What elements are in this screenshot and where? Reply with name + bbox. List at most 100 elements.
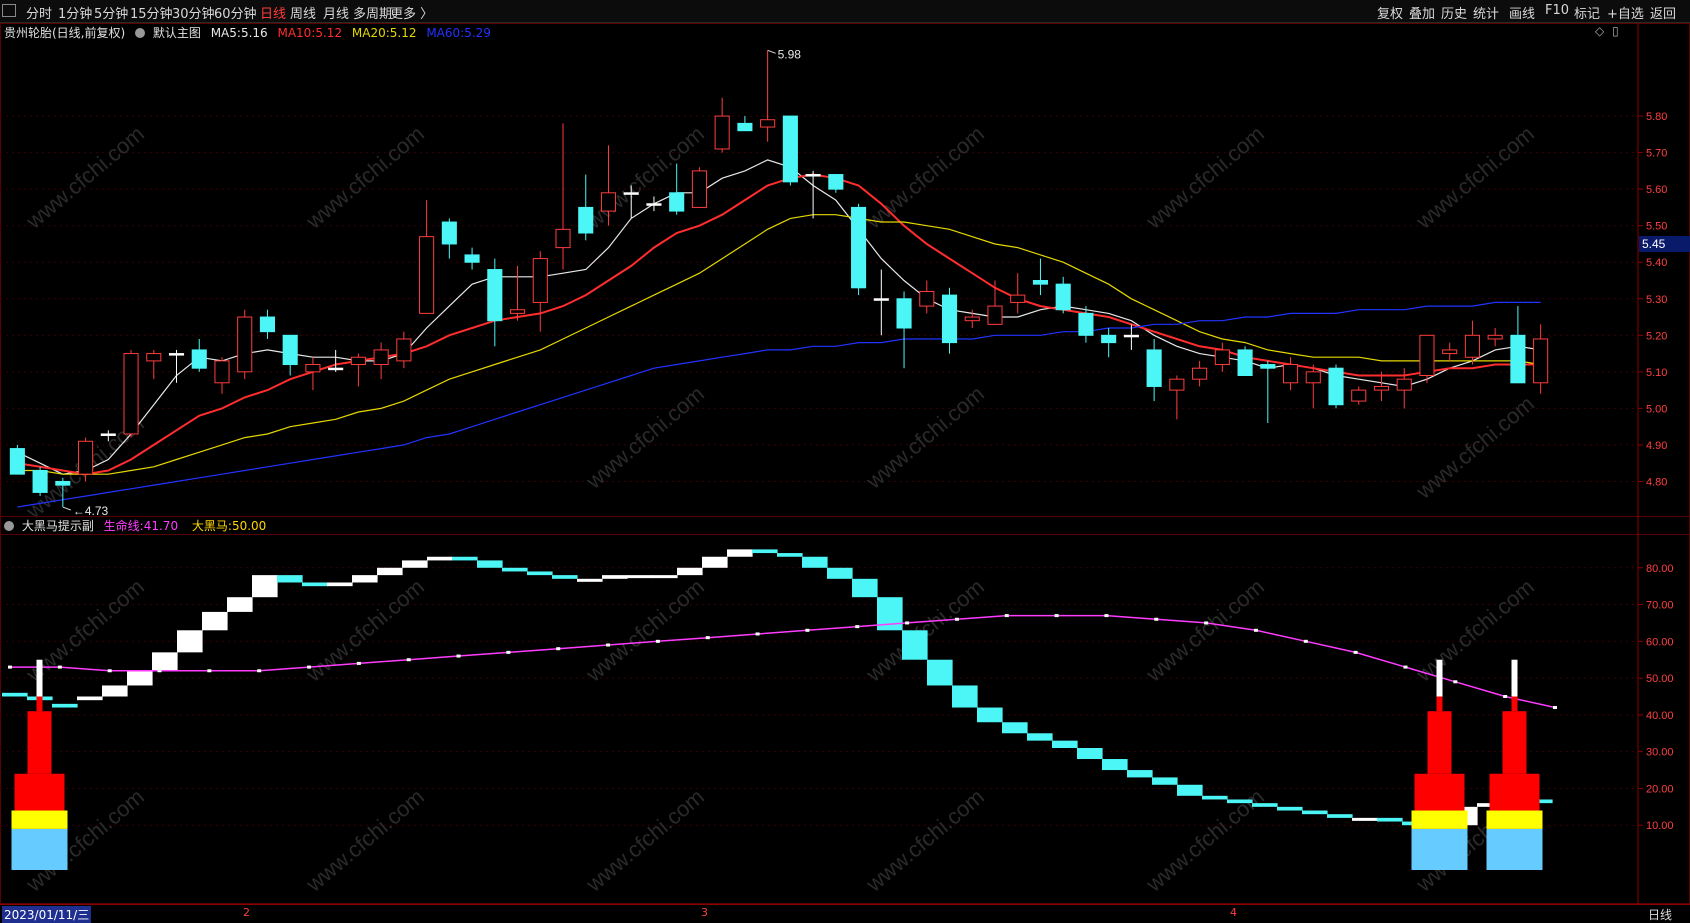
lifeline-curve — [10, 614, 1556, 709]
candle-body[interactable] — [896, 298, 912, 329]
candle-body[interactable] — [168, 353, 185, 356]
toolbar-button-7[interactable]: +自选 — [1607, 3, 1644, 22]
candle-body[interactable] — [1282, 364, 1299, 384]
period-tab-6[interactable]: 日线 — [260, 3, 286, 22]
trend-ribbon-segment — [302, 582, 328, 587]
candle-body[interactable] — [851, 206, 867, 289]
candle-body[interactable] — [1464, 334, 1480, 358]
candle-body[interactable] — [555, 228, 571, 249]
candle-body[interactable] — [760, 119, 776, 128]
candle-body[interactable] — [600, 192, 617, 212]
signal-tip-white — [1511, 659, 1518, 697]
candle-body[interactable] — [1192, 367, 1208, 380]
trend-ribbon-segment — [602, 575, 628, 579]
candle-body[interactable] — [1487, 334, 1503, 340]
candle-body[interactable] — [941, 294, 958, 344]
signal-base-yellow — [11, 810, 68, 829]
candle-body[interactable] — [191, 349, 207, 369]
candle-body[interactable] — [532, 258, 548, 303]
candle-body[interactable] — [1123, 334, 1139, 338]
candle-body[interactable] — [328, 367, 344, 371]
candle-body[interactable] — [1442, 349, 1458, 355]
candle-body[interactable] — [464, 254, 480, 263]
candle-body[interactable] — [1396, 378, 1412, 391]
candle-body[interactable] — [282, 334, 298, 366]
candle-body[interactable] — [1169, 378, 1185, 391]
candle-body[interactable] — [350, 356, 366, 366]
toolbar-button-5[interactable]: F10 — [1545, 3, 1569, 18]
lifeline-marker — [207, 669, 212, 673]
candle-body[interactable] — [623, 192, 639, 195]
candle-body[interactable] — [373, 349, 389, 366]
candle-body[interactable] — [1032, 280, 1049, 285]
candle-body[interactable] — [396, 338, 412, 362]
candle-body[interactable] — [123, 353, 139, 435]
lifeline-marker — [1154, 617, 1159, 621]
candle-body[interactable] — [782, 115, 798, 183]
period-tab-9[interactable]: 多周期 — [353, 3, 392, 22]
period-tab-3[interactable]: 15分钟 — [130, 3, 173, 22]
candle-body[interactable] — [1419, 334, 1435, 376]
candle-body[interactable] — [146, 353, 162, 362]
candle-body[interactable] — [237, 316, 253, 373]
candle-body[interactable] — [873, 298, 889, 301]
period-tab-0[interactable]: 分时 — [26, 3, 52, 22]
candle-body[interactable] — [1146, 349, 1162, 387]
candle-body[interactable] — [805, 174, 821, 177]
candle-body[interactable] — [737, 122, 753, 132]
panel-toggle-icon[interactable] — [2, 4, 16, 17]
candle-body[interactable] — [1328, 367, 1344, 406]
candle-body[interactable] — [100, 433, 116, 436]
candle-body[interactable] — [441, 221, 457, 245]
signal-body-red — [14, 773, 65, 811]
candle-body[interactable] — [1533, 338, 1549, 384]
period-tab-2[interactable]: 5分钟 — [94, 3, 128, 22]
period-label[interactable]: 日线 — [1648, 906, 1672, 923]
candle-body[interactable] — [509, 309, 526, 314]
candle-body[interactable] — [32, 470, 48, 493]
period-tab-5[interactable]: 60分钟 — [214, 3, 257, 22]
candle-body[interactable] — [1101, 334, 1117, 344]
candle-body[interactable] — [1010, 294, 1026, 303]
period-tab-4[interactable]: 30分钟 — [172, 3, 215, 22]
toolbar-button-3[interactable]: 统计 — [1473, 3, 1499, 22]
candle-body[interactable] — [919, 290, 935, 307]
candle-body[interactable] — [78, 440, 94, 475]
candle-body[interactable] — [1055, 283, 1071, 311]
period-tab-7[interactable]: 周线 — [290, 3, 316, 22]
candle-body[interactable] — [1373, 385, 1390, 391]
toolbar-button-2[interactable]: 历史 — [1441, 3, 1467, 22]
toolbar-button-4[interactable]: 画线 — [1509, 3, 1535, 22]
indicator-chart[interactable]: 80.00 70.00 60.00 50.00 40.00 30.00 20.00 10.00… — [0, 516, 1690, 904]
candle-body[interactable] — [1260, 364, 1276, 369]
candle-body[interactable] — [828, 174, 844, 190]
toolbar-button-1[interactable]: 叠加 — [1409, 3, 1435, 22]
candle-body[interactable] — [646, 203, 662, 206]
toolbar-button-8[interactable]: 返回 — [1650, 3, 1676, 22]
candle-body[interactable] — [714, 115, 730, 150]
candle-body[interactable] — [487, 269, 503, 322]
candle-body[interactable] — [1214, 349, 1230, 366]
toolbar-button-0[interactable]: 复权 — [1377, 3, 1403, 22]
candle-body[interactable] — [691, 170, 707, 208]
candle-body[interactable] — [578, 206, 594, 234]
candlestick-chart[interactable]: 5.80 5.70 5.60 5.50 5.40 5.30 5.20 5.10 5.00 4.90… — [0, 23, 1690, 535]
candle-body[interactable] — [305, 364, 321, 373]
period-tab-8[interactable]: 月线 — [323, 3, 349, 22]
candle-body[interactable] — [987, 305, 1003, 325]
candle-body[interactable] — [55, 480, 71, 486]
candle-body[interactable] — [419, 236, 435, 314]
candle-body[interactable] — [1237, 349, 1253, 376]
candle-body[interactable] — [1078, 312, 1094, 336]
period-tab-10[interactable]: 更多 〉 — [390, 3, 433, 22]
candle-body[interactable] — [964, 316, 980, 322]
candle-body[interactable] — [1510, 334, 1526, 384]
period-tab-1[interactable]: 1分钟 — [58, 3, 92, 22]
toolbar-button-6[interactable]: 标记 — [1574, 3, 1600, 22]
candle-body[interactable] — [214, 360, 230, 384]
candle-body[interactable] — [1351, 389, 1367, 402]
candle-body[interactable] — [669, 192, 685, 212]
candle-body[interactable] — [259, 316, 276, 333]
candle-body[interactable] — [1305, 371, 1321, 384]
candle-body[interactable] — [9, 448, 25, 475]
